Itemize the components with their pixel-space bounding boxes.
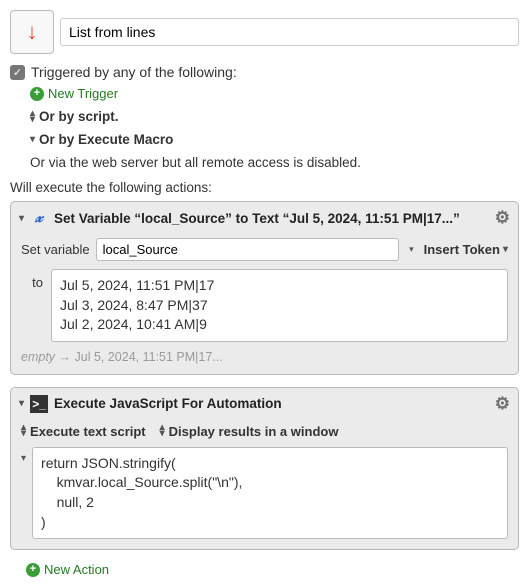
action-title: Set Variable “local_Source” to Text “Jul… bbox=[54, 211, 460, 226]
gear-icon[interactable]: ⚙ bbox=[495, 208, 510, 228]
to-label: to bbox=[21, 269, 43, 290]
actions-header: Will execute the following actions: bbox=[10, 180, 519, 195]
action-execute-js: ▾ >_ Execute JavaScript For Automation ⚙… bbox=[10, 387, 519, 550]
new-trigger-label: New Trigger bbox=[48, 86, 118, 101]
display-results-select[interactable]: Display results in a window bbox=[169, 424, 339, 439]
new-trigger-button[interactable]: + New Trigger bbox=[30, 86, 519, 101]
new-action-label: New Action bbox=[44, 562, 109, 577]
or-by-execute-macro-label: Or by Execute Macro bbox=[39, 132, 173, 147]
empty-preview: empty → Jul 5, 2024, 11:51 PM|17... bbox=[21, 350, 508, 364]
updown-icon[interactable]: ▴▾ bbox=[21, 425, 26, 437]
chevron-down-icon: ▾ bbox=[503, 244, 508, 255]
new-action-button[interactable]: + New Action bbox=[26, 562, 519, 577]
gear-icon[interactable]: ⚙ bbox=[495, 394, 510, 414]
plus-icon: + bbox=[30, 87, 44, 101]
execute-script-select[interactable]: Execute text script bbox=[30, 424, 146, 439]
chevron-down-icon[interactable]: ▾ bbox=[19, 398, 24, 409]
macro-icon[interactable]: ↓ bbox=[10, 10, 54, 54]
chevron-down-icon[interactable]: ▾ bbox=[19, 213, 24, 224]
chevron-down-icon: ▾ bbox=[30, 134, 35, 145]
action-title: Execute JavaScript For Automation bbox=[54, 396, 282, 411]
chevron-down-icon[interactable]: ▾ bbox=[21, 447, 26, 464]
terminal-icon: >_ bbox=[30, 395, 48, 413]
macro-title-input[interactable] bbox=[60, 18, 519, 46]
or-by-script-row[interactable]: ▴▾ Or by script. bbox=[30, 109, 519, 124]
or-by-execute-macro-row[interactable]: ▾ Or by Execute Macro bbox=[30, 132, 519, 147]
action-set-variable: ▾ 𝓍 Set Variable “local_Source” to Text … bbox=[10, 201, 519, 375]
web-server-note: Or via the web server but all remote acc… bbox=[30, 155, 519, 170]
insert-token-label: Insert Token bbox=[424, 242, 500, 257]
script-code-input[interactable]: return JSON.stringify( kmvar.local_Sourc… bbox=[32, 447, 508, 539]
updown-icon[interactable]: ▴▾ bbox=[160, 425, 165, 437]
plus-icon: + bbox=[26, 563, 40, 577]
variable-name-input[interactable] bbox=[96, 238, 399, 261]
variable-dropdown[interactable]: ▾ bbox=[405, 244, 418, 255]
arrow-down-icon: ↓ bbox=[27, 21, 38, 43]
variable-icon: 𝓍 bbox=[30, 209, 48, 227]
set-variable-label: Set variable bbox=[21, 242, 90, 257]
variable-text-value[interactable]: Jul 5, 2024, 11:51 PM|17 Jul 3, 2024, 8:… bbox=[51, 269, 508, 342]
triggered-label: Triggered by any of the following: bbox=[31, 64, 237, 80]
updown-icon: ▴▾ bbox=[30, 111, 35, 123]
insert-token-button[interactable]: Insert Token ▾ bbox=[424, 242, 508, 257]
or-by-script-label: Or by script. bbox=[39, 109, 119, 124]
triggered-checkbox[interactable]: ✓ bbox=[10, 65, 25, 80]
